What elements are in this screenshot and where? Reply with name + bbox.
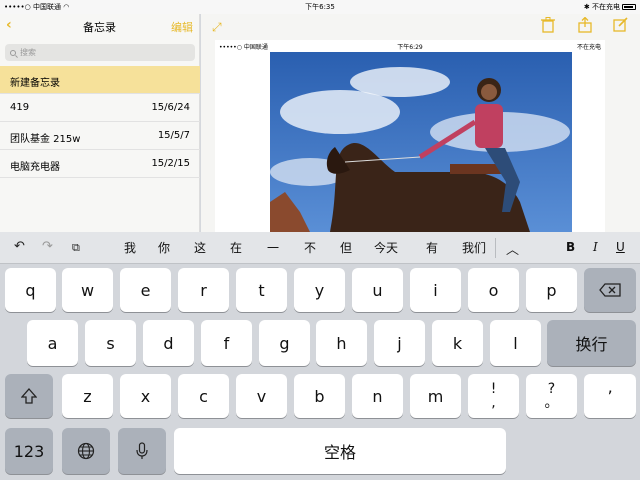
chevron-up-icon[interactable]: ︿ <box>506 239 519 258</box>
backspace-button[interactable] <box>584 268 636 312</box>
key-q[interactable]: q <box>5 268 56 312</box>
suggestion-item[interactable]: 我们 <box>462 239 486 256</box>
key-question-period[interactable]: ?。 <box>526 374 577 418</box>
key-a[interactable]: a <box>27 320 78 366</box>
notes-sidebar: ‹ 备忘录 编辑 搜索 新建备忘录 419 15/6/24 团队基金 215w … <box>0 14 200 232</box>
search-placeholder: 搜索 <box>20 48 36 57</box>
suggestion-bar: ↶ ↷ ⧉ 我 你 这 在 一 不 但 今天 有 我们 ︿ B I U <box>0 232 640 264</box>
edit-button[interactable]: 编辑 <box>171 19 193 35</box>
note-date: 15/2/15 <box>151 158 190 169</box>
note-title: 团队基金 215w <box>10 134 81 145</box>
list-item[interactable]: 团队基金 215w 15/5/7 <box>0 122 200 150</box>
charging-status: ✱ 不在充电 <box>584 2 636 12</box>
expand-icon[interactable]: ⤢ <box>212 20 222 35</box>
suggestion-item[interactable]: 有 <box>426 239 438 256</box>
list-item[interactable]: 电脑充电器 15/2/15 <box>0 150 200 178</box>
key-t[interactable]: t <box>236 268 287 312</box>
inner-charging: 不在充电 <box>576 44 601 51</box>
key-r[interactable]: r <box>178 268 229 312</box>
paste-icon[interactable]: ⧉ <box>72 241 80 255</box>
status-time: 下午6:35 <box>305 3 335 11</box>
status-bar: •••••○ 中国联通 ◠ 下午6:35 ✱ 不在充电 <box>0 0 640 14</box>
search-icon <box>10 50 16 56</box>
suggestion-item[interactable]: 但 <box>340 239 352 256</box>
key-u[interactable]: u <box>352 268 403 312</box>
space-bar[interactable]: 空格 <box>174 428 506 474</box>
key-e[interactable]: e <box>120 268 171 312</box>
key-d[interactable]: d <box>143 320 194 366</box>
key-h[interactable]: h <box>316 320 367 366</box>
italic-button[interactable]: I <box>593 240 598 254</box>
key-z[interactable]: z <box>62 374 113 418</box>
suggestion-item[interactable]: 在 <box>230 239 242 256</box>
key-w[interactable]: w <box>62 268 113 312</box>
key-apostrophe[interactable]: ’ <box>584 374 636 418</box>
key-j[interactable]: j <box>374 320 425 366</box>
globe-icon <box>77 442 95 460</box>
list-item[interactable]: 新建备忘录 <box>0 66 200 94</box>
compose-icon[interactable] <box>613 17 628 36</box>
suggestion-item[interactable]: 不 <box>304 239 316 256</box>
note-date: 15/6/24 <box>151 102 190 113</box>
horse-rider-photo <box>270 52 572 232</box>
note-title: 新建备忘录 <box>10 78 60 89</box>
key-bottom-char: , <box>491 395 496 411</box>
key-b[interactable]: b <box>294 374 345 418</box>
key-g[interactable]: g <box>259 320 310 366</box>
note-detail: ⤢ •••••○ 中国联通 下午6:29 不在充电 <box>201 14 640 232</box>
inner-status-bar: •••••○ 中国联通 下午6:29 不在充电 <box>215 40 605 52</box>
key-n[interactable]: n <box>352 374 403 418</box>
key-top-char: ? <box>547 381 556 397</box>
undo-icon[interactable]: ↶ <box>14 239 25 254</box>
key-exclamation-comma[interactable]: !, <box>468 374 519 418</box>
key-m[interactable]: m <box>410 374 461 418</box>
suggestion-item[interactable]: 你 <box>158 239 170 256</box>
note-date: 15/5/7 <box>157 130 190 141</box>
key-s[interactable]: s <box>85 320 136 366</box>
key-x[interactable]: x <box>120 374 171 418</box>
key-v[interactable]: v <box>236 374 287 418</box>
inner-time: 下午6:29 <box>397 44 423 51</box>
suggestion-item[interactable]: 这 <box>194 239 206 256</box>
divider <box>495 238 496 258</box>
bold-button[interactable]: B <box>566 240 575 254</box>
redo-icon[interactable]: ↷ <box>42 239 53 254</box>
numbers-button[interactable]: 123 <box>5 428 53 474</box>
bluetooth-icon: ✱ <box>583 3 590 11</box>
keyboard: ↶ ↷ ⧉ 我 你 这 在 一 不 但 今天 有 我们 ︿ B I U q w … <box>0 232 640 480</box>
note-title: 电脑充电器 <box>10 162 60 173</box>
shift-button[interactable] <box>5 374 53 418</box>
sidebar-header: ‹ 备忘录 编辑 <box>0 14 199 40</box>
suggestion-item[interactable]: 一 <box>267 239 279 256</box>
return-button[interactable]: 换行 <box>547 320 636 366</box>
key-bottom-char: 。 <box>544 395 559 411</box>
microphone-icon <box>136 442 148 459</box>
key-top-char: ! <box>490 381 497 397</box>
share-icon[interactable] <box>578 16 592 37</box>
shift-icon <box>21 388 37 404</box>
search-input[interactable]: 搜索 <box>5 44 195 61</box>
embedded-screenshot: •••••○ 中国联通 下午6:29 不在充电 <box>215 40 605 232</box>
note-title: 419 <box>10 102 30 113</box>
list-item[interactable]: 419 15/6/24 <box>0 94 200 122</box>
globe-button[interactable] <box>62 428 110 474</box>
key-y[interactable]: y <box>294 268 345 312</box>
key-p[interactable]: p <box>526 268 577 312</box>
suggestion-item[interactable]: 我 <box>124 239 136 256</box>
key-o[interactable]: o <box>468 268 519 312</box>
battery-icon <box>622 4 636 10</box>
trash-icon[interactable] <box>541 17 555 37</box>
key-f[interactable]: f <box>201 320 252 366</box>
delete-icon <box>599 283 621 297</box>
underline-button[interactable]: U <box>616 240 625 254</box>
key-l[interactable]: l <box>490 320 541 366</box>
microphone-button[interactable] <box>118 428 166 474</box>
suggestion-item[interactable]: 今天 <box>374 239 398 256</box>
sidebar-title: 备忘录 <box>83 21 116 34</box>
key-c[interactable]: c <box>178 374 229 418</box>
key-i[interactable]: i <box>410 268 461 312</box>
key-k[interactable]: k <box>432 320 483 366</box>
